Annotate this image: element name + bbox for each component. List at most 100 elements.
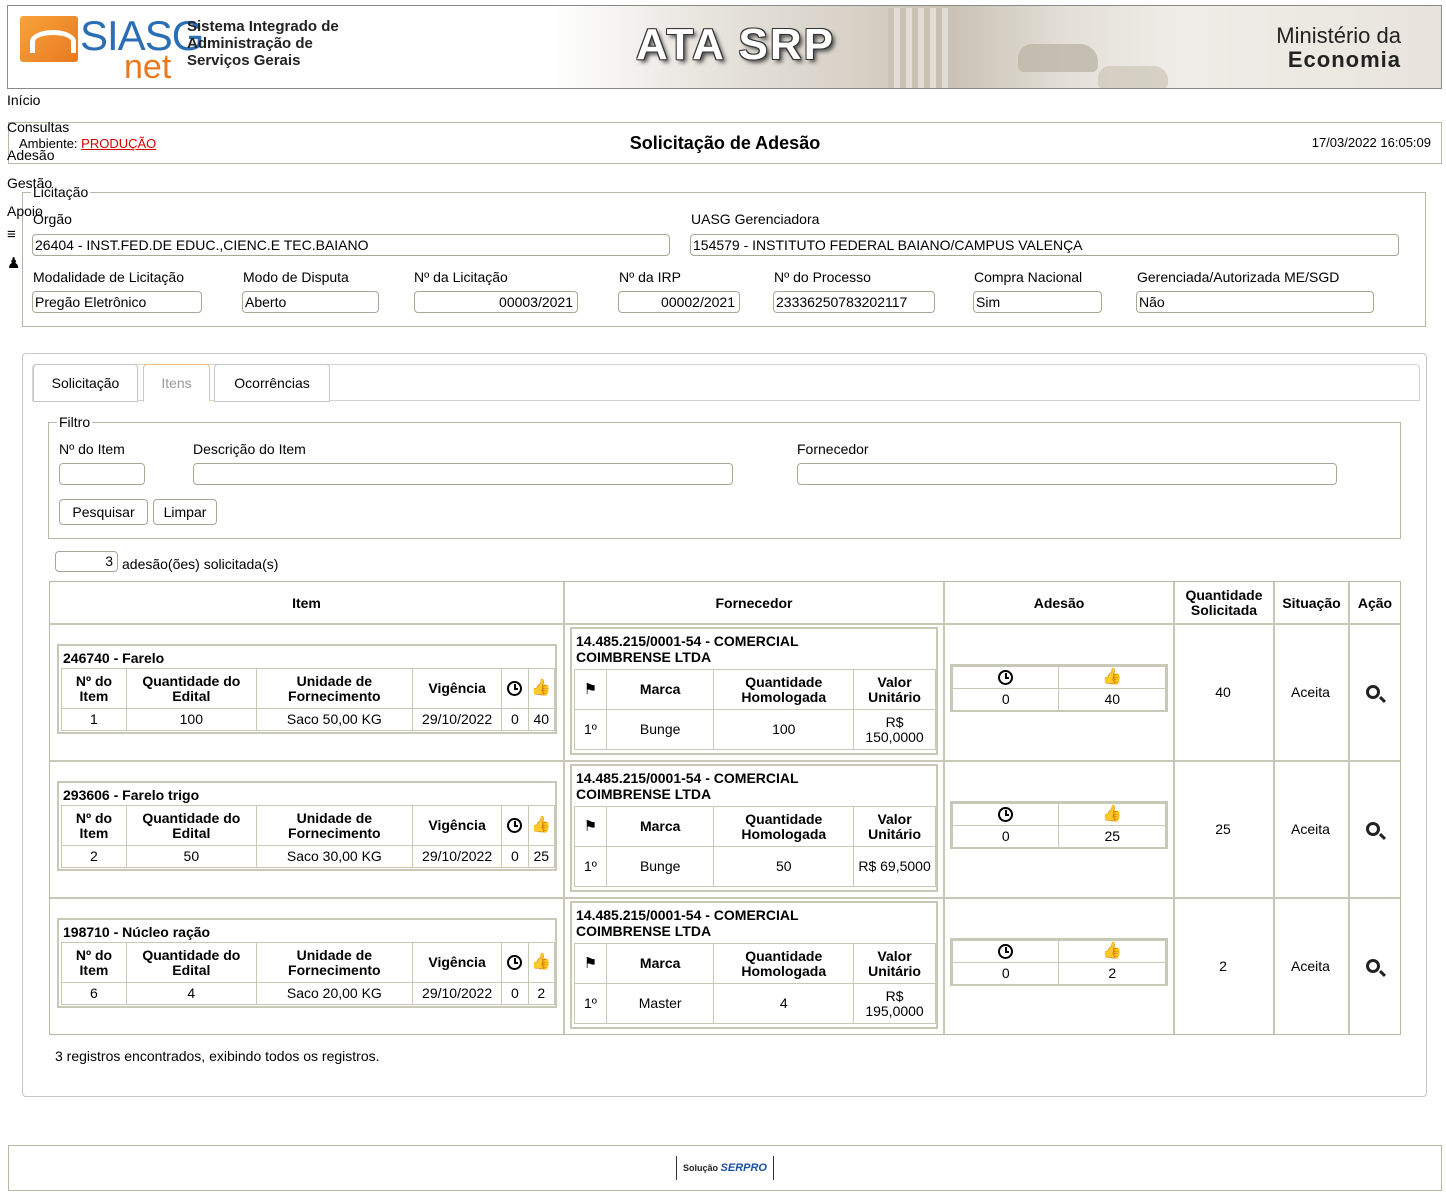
fornecedor-marca: Master xyxy=(605,983,715,1024)
nav-gestao[interactable]: Gestão xyxy=(7,175,52,191)
count-field: 3 xyxy=(55,551,118,572)
fornecedor-qtd-homologada: 4 xyxy=(713,983,855,1024)
fornecedor-pos: 1º xyxy=(574,983,607,1024)
adesao-subtable: 👍 0 25 xyxy=(950,801,1168,849)
clock-icon-cell xyxy=(501,805,529,846)
situacao: Aceita xyxy=(1291,958,1330,974)
header-item: Item xyxy=(292,595,321,611)
nav-apoio[interactable]: Apoio xyxy=(7,203,43,219)
view-details-button[interactable] xyxy=(1366,822,1380,839)
thumbs-up-icon: 👍 xyxy=(1102,805,1123,823)
top-banner: SIASG net Sistema Integrado de Administr… xyxy=(7,5,1442,89)
car-image xyxy=(1098,66,1168,88)
col-vigencia: Vigência xyxy=(411,942,503,983)
fornecedor-name: 14.485.215/0001-54 - COMERCIAL COIMBRENS… xyxy=(576,770,799,802)
filtro-descricao-input[interactable] xyxy=(193,463,733,485)
search-icon[interactable] xyxy=(1366,959,1380,973)
fornecedor-marca: Bunge xyxy=(605,846,715,887)
numero-field[interactable]: 00003/2021 xyxy=(414,291,578,313)
adesao-clock-value: 0 xyxy=(951,688,1060,711)
system-name-line-3: Serviços Gerais xyxy=(187,52,301,69)
adesao-detail-table: 👍 0 2 xyxy=(951,940,1166,985)
processo-field[interactable]: 23336250783202117 xyxy=(773,291,935,313)
fornecedor-subtable: 14.485.215/0001-54 - COMERCIAL COIMBRENS… xyxy=(570,764,938,892)
tab-itens[interactable]: Itens xyxy=(143,364,210,402)
nav-inicio[interactable]: Início xyxy=(7,92,40,108)
serpro-brand: SERPRO xyxy=(720,1162,767,1174)
col-valor-unitario: Valor Unitário xyxy=(853,806,936,847)
clock-icon-cell xyxy=(501,668,529,709)
adesao-clock-value: 0 xyxy=(951,825,1060,848)
page-title: Solicitação de Adesão xyxy=(629,133,821,153)
modalidade-field[interactable]: Pregão Eletrônico xyxy=(32,291,202,313)
compra-label: Compra Nacional xyxy=(974,269,1083,285)
search-icon[interactable] xyxy=(1366,685,1380,699)
quantidade-solicitada: 40 xyxy=(1215,684,1231,700)
clock-icon xyxy=(998,807,1014,823)
nav-consultas[interactable]: Consultas xyxy=(7,119,69,135)
modo-label: Modo de Disputa xyxy=(243,269,349,285)
count-suffix: adesão(ões) solicitada(s) xyxy=(122,556,279,572)
clock-icon-cell xyxy=(501,942,529,983)
thumbs-up-icon: 👍 xyxy=(531,816,552,834)
fornecedor-pos: 1º xyxy=(574,709,607,750)
col-num-item: Nº do Item xyxy=(61,942,127,983)
header-quantidade-solicitada: Quantidade Solicitada xyxy=(1185,587,1263,618)
adesao-clock-cell xyxy=(951,940,1060,963)
situacao: Aceita xyxy=(1291,684,1330,700)
clock-icon xyxy=(507,681,523,697)
records-found: 3 registros encontrados, exibindo todos … xyxy=(55,1048,380,1064)
nav-adesao[interactable]: Adesão xyxy=(7,147,54,163)
filtro-item-input[interactable] xyxy=(59,463,145,485)
fornecedor-qtd-homologada: 100 xyxy=(713,709,855,750)
compra-field[interactable]: Sim xyxy=(973,291,1102,313)
footer: Solução SERPRO xyxy=(8,1145,1442,1191)
building-image xyxy=(888,8,948,88)
app-title: ATA SRP xyxy=(636,20,835,69)
item-detail-table: Nº do Item Quantidade do Edital Unidade … xyxy=(61,805,556,868)
item-subtable: 246740 - Farelo Nº do Item Quantidade do… xyxy=(57,644,557,734)
tab-solicitacao[interactable]: Solicitação xyxy=(33,364,138,402)
header-situacao: Situação xyxy=(1282,595,1341,611)
gerenciada-field[interactable]: Não xyxy=(1136,291,1374,313)
flag-icon: ⚑ xyxy=(583,681,598,698)
orgao-field[interactable]: 26404 - INST.FED.DE EDUC.,CIENC.E TEC.BA… xyxy=(32,234,670,256)
adesao-thumb-value: 2 xyxy=(1058,962,1166,985)
page-header: Ambiente: PRODUÇÃO Solicitação de Adesão… xyxy=(8,122,1442,164)
modo-field[interactable]: Aberto xyxy=(242,291,379,313)
gerenciada-label: Gerenciada/Autorizada ME/SGD xyxy=(1137,269,1340,285)
fornecedor-subtable: 14.485.215/0001-54 - COMERCIAL COIMBRENS… xyxy=(570,901,938,1029)
col-qtd-homologada: Quantidade Homologada xyxy=(713,943,855,984)
fornecedor-qtd-homologada: 50 xyxy=(713,846,855,887)
item-vigencia: 29/10/2022 xyxy=(411,845,503,868)
fornecedor-detail-table: ⚑ Marca Quantidade Homologada Valor Unit… xyxy=(574,806,936,887)
pesquisar-button[interactable]: Pesquisar xyxy=(59,499,148,525)
adesao-detail-table: 👍 0 40 xyxy=(951,666,1166,711)
search-icon[interactable] xyxy=(1366,822,1380,836)
item-num: 2 xyxy=(61,845,127,868)
item-qtd-edital: 100 xyxy=(125,708,257,731)
item-clock-value: 0 xyxy=(501,708,529,731)
filtro-fornecedor-input[interactable] xyxy=(797,463,1337,485)
item-unidade: Saco 30,00 KG xyxy=(255,845,413,868)
thumb-icon-cell: 👍 xyxy=(527,805,556,846)
system-name-line-1: Sistema Integrado de xyxy=(187,18,339,35)
col-num-item: Nº do Item xyxy=(61,805,127,846)
adesao-detail-table: 👍 0 25 xyxy=(951,803,1166,848)
item-thumb-value: 25 xyxy=(527,845,556,868)
uasg-field[interactable]: 154579 - INSTITUTO FEDERAL BAIANO/CAMPUS… xyxy=(690,234,1399,256)
limpar-button[interactable]: Limpar xyxy=(153,499,217,525)
menu-icon[interactable]: ≡ xyxy=(7,226,16,243)
header-acao: Ação xyxy=(1357,595,1393,611)
irp-field[interactable]: 00002/2021 xyxy=(618,291,740,313)
car-image xyxy=(1018,44,1098,72)
tab-ocorrencias[interactable]: Ocorrências xyxy=(214,364,330,402)
adesao-clock-cell xyxy=(951,666,1060,689)
flag-icon-cell: ⚑ xyxy=(574,669,607,710)
view-details-button[interactable] xyxy=(1366,685,1380,702)
logo-sub: net xyxy=(124,48,172,86)
view-details-button[interactable] xyxy=(1366,959,1380,976)
user-icon[interactable]: ♟ xyxy=(7,254,20,272)
col-qtd-edital: Quantidade do Edital xyxy=(125,805,257,846)
situacao: Aceita xyxy=(1291,821,1330,837)
